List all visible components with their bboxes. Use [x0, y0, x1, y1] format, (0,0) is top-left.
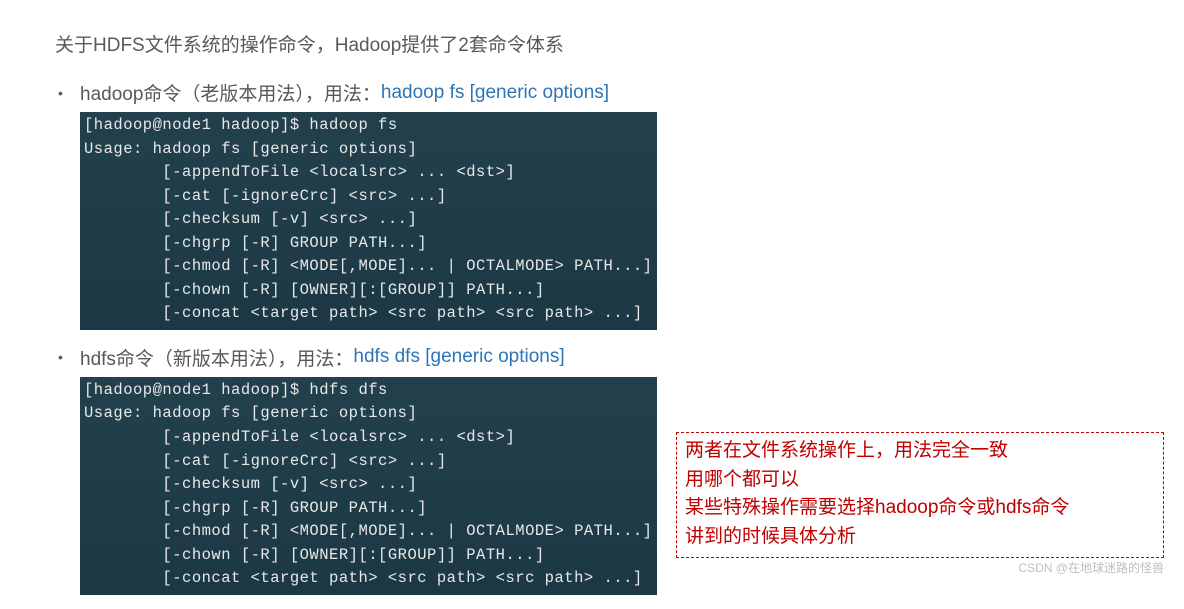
- terminal-1: [hadoop@node1 hadoop]$ hadoop fs Usage: …: [80, 112, 657, 330]
- note-line-1: 两者在文件系统操作上，用法完全一致: [685, 437, 1155, 466]
- bullet-1-text: hadoop命令（老版本用法），用法：: [80, 79, 381, 106]
- bullet-dot-icon: •: [55, 85, 80, 101]
- terminal-2: [hadoop@node1 hadoop]$ hdfs dfs Usage: h…: [80, 377, 657, 595]
- bullet-1-link: hadoop fs [generic options]: [381, 82, 609, 104]
- bullet-2-link: hdfs dfs [generic options]: [353, 346, 564, 368]
- note-line-4: 讲到的时候具体分析: [685, 523, 1155, 552]
- bullet-2-text: hdfs命令（新版本用法），用法：: [80, 344, 353, 371]
- note-line-2: 用哪个都可以: [685, 466, 1155, 495]
- bullet-1: • hadoop命令（老版本用法），用法： hadoop fs [generic…: [55, 79, 1134, 106]
- bullet-dot-icon: •: [55, 349, 80, 365]
- note-line-3: 某些特殊操作需要选择hadoop命令或hdfs命令: [685, 494, 1155, 523]
- note-box: 两者在文件系统操作上，用法完全一致 用哪个都可以 某些特殊操作需要选择hadoo…: [676, 432, 1164, 558]
- intro-text: 关于HDFS文件系统的操作命令，Hadoop提供了2套命令体系: [55, 30, 1134, 57]
- bullet-2: • hdfs命令（新版本用法），用法： hdfs dfs [generic op…: [55, 344, 1134, 371]
- watermark: CSDN @在地球迷路的怪兽: [1018, 559, 1164, 576]
